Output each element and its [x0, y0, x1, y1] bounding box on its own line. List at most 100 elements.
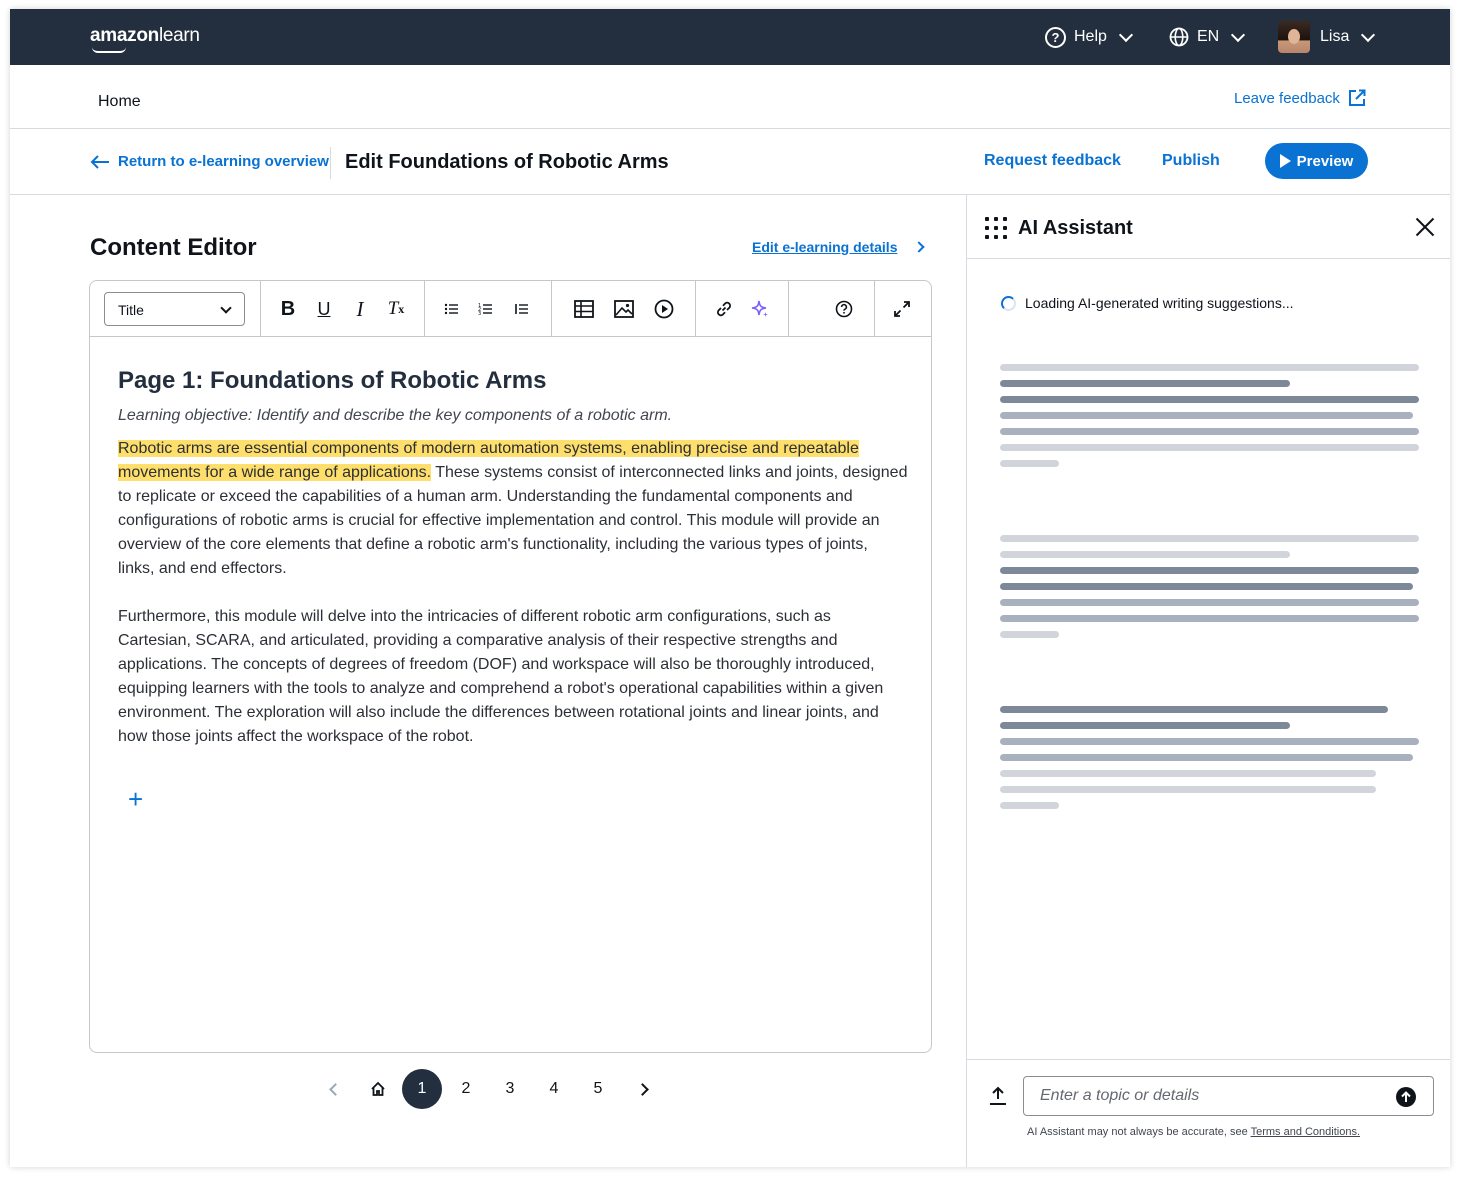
toolbar-divider: [788, 281, 789, 337]
skeleton-line: [1000, 412, 1413, 419]
app-window: amazonlearn ? Help EN Lisa Home Leave fe…: [10, 9, 1450, 1167]
toolbar-divider: [551, 281, 552, 337]
chevron-right-icon: [635, 1082, 649, 1096]
insert-video-button[interactable]: [652, 297, 676, 321]
edit-details-label: Edit e-learning details: [752, 239, 898, 255]
text-style-select[interactable]: Title: [104, 292, 245, 326]
paragraph-1[interactable]: Robotic arms are essential components of…: [118, 437, 908, 581]
chevron-down-icon: [1118, 27, 1133, 42]
topic-input-placeholder: Enter a topic or details: [1040, 1087, 1200, 1104]
disclaimer-text: AI Assistant may not always be accurate,…: [1027, 1126, 1251, 1138]
topic-input[interactable]: Enter a topic or details: [1023, 1076, 1434, 1116]
language-menu[interactable]: EN: [1169, 25, 1246, 49]
learning-objective[interactable]: Learning objective: Identify and describ…: [118, 407, 908, 425]
preview-button[interactable]: Preview: [1265, 143, 1368, 179]
underline-button[interactable]: U: [312, 297, 336, 321]
globe-icon: [1169, 27, 1189, 47]
numbered-list-icon: 1 2 3: [478, 303, 492, 316]
page-button-3[interactable]: 3: [490, 1070, 530, 1108]
home-page-button[interactable]: [358, 1070, 398, 1108]
breadcrumb: Home Leave feedback: [10, 65, 1450, 129]
skeleton-line: [1000, 615, 1419, 622]
upload-icon[interactable]: [989, 1086, 1007, 1106]
page-button-4[interactable]: 4: [534, 1070, 574, 1108]
bullet-list-icon: [444, 303, 458, 315]
edit-details-link[interactable]: Edit e-learning details: [752, 239, 926, 255]
breadcrumb-home-link[interactable]: Home: [98, 93, 141, 111]
request-feedback-button[interactable]: Request feedback: [984, 152, 1121, 170]
user-menu[interactable]: Lisa: [1278, 21, 1376, 53]
page-title: Edit Foundations of Robotic Arms: [345, 151, 669, 173]
skeleton-line: [1000, 722, 1290, 729]
insert-image-button[interactable]: [612, 297, 636, 321]
skeleton-line: [1000, 599, 1419, 606]
insert-table-button[interactable]: [572, 297, 596, 321]
play-icon: [1279, 154, 1291, 168]
terms-link[interactable]: Terms and Conditions.: [1251, 1126, 1360, 1138]
ai-assistant-panel: AI Assistant Loading AI-generated writin…: [966, 195, 1450, 1167]
leave-feedback-link[interactable]: Leave feedback: [1234, 89, 1366, 107]
skeleton-line: [1000, 535, 1419, 542]
image-icon: [614, 300, 634, 318]
help-menu[interactable]: ? Help: [1045, 25, 1133, 49]
toolbar-divider: [424, 281, 425, 337]
toolbar-divider: [695, 281, 696, 337]
logo-smile-icon: [92, 47, 126, 53]
paragraph-2[interactable]: Furthermore, this module will delve into…: [118, 605, 908, 749]
preview-label: Preview: [1296, 152, 1354, 170]
return-link[interactable]: Return to e-learning overview: [90, 153, 329, 170]
question-icon: [835, 300, 853, 318]
add-block-button[interactable]: +: [128, 786, 143, 812]
previous-page-button[interactable]: [315, 1070, 355, 1108]
language-label: EN: [1197, 28, 1220, 45]
ai-sparkle-button[interactable]: [748, 297, 772, 321]
skeleton-line: [1000, 428, 1419, 435]
user-name: Lisa: [1320, 28, 1350, 45]
sparkle-icon: [751, 300, 768, 317]
panel-header: AI Assistant: [967, 195, 1450, 259]
skeleton-line: [1000, 364, 1419, 371]
content-heading[interactable]: Page 1: Foundations of Robotic Arms: [118, 367, 908, 395]
numbered-list-button[interactable]: 1 2 3: [474, 297, 498, 321]
indent-list-button[interactable]: [510, 297, 534, 321]
bullet-list-button[interactable]: [440, 297, 464, 321]
editor-toolbar: Title B U I Tx 1 2 3: [90, 281, 931, 337]
chevron-down-icon: [220, 302, 232, 314]
page-button-2[interactable]: 2: [446, 1070, 486, 1108]
next-page-button[interactable]: [622, 1070, 662, 1108]
close-icon[interactable]: [1415, 217, 1435, 237]
page-button-1[interactable]: 1: [402, 1069, 442, 1109]
skeleton-line: [1000, 444, 1419, 451]
insert-link-button[interactable]: [712, 297, 736, 321]
text-style-value: Title: [118, 302, 144, 318]
prompt-footer: Enter a topic or details AI Assistant ma…: [967, 1059, 1450, 1167]
toolbar-divider: [260, 281, 261, 337]
skeleton-line: [1000, 706, 1388, 713]
help-button[interactable]: [832, 297, 856, 321]
leave-feedback-label: Leave feedback: [1234, 89, 1340, 107]
clear-format-button[interactable]: Tx: [384, 297, 408, 321]
publish-button[interactable]: Publish: [1162, 152, 1220, 170]
skeleton-line: [1000, 754, 1413, 761]
skeleton-line: [1000, 396, 1419, 403]
arrow-left-icon: [90, 154, 109, 169]
send-button[interactable]: [1396, 1087, 1416, 1107]
logo-product-text: learn: [158, 25, 200, 46]
amazon-learn-logo[interactable]: amazonlearn: [90, 25, 200, 53]
loading-indicator: Loading AI-generated writing suggestions…: [1001, 295, 1294, 311]
help-icon: ?: [1045, 26, 1066, 48]
drag-handle-icon[interactable]: [985, 217, 1007, 239]
skeleton-line: [1000, 770, 1376, 777]
italic-button[interactable]: I: [348, 297, 372, 321]
avatar: [1278, 21, 1310, 53]
chevron-right-icon: [913, 241, 926, 253]
rich-text-editor[interactable]: Title B U I Tx 1 2 3 Page 1: Foundations…: [89, 280, 932, 1053]
external-link-icon: [1348, 89, 1366, 106]
toolbar-divider: [874, 281, 875, 337]
skeleton-line: [1000, 802, 1059, 809]
editor-content[interactable]: Page 1: Foundations of Robotic Arms Lear…: [118, 367, 908, 749]
page-button-5[interactable]: 5: [578, 1070, 618, 1108]
fullscreen-button[interactable]: [890, 297, 914, 321]
home-icon: [371, 1081, 385, 1096]
bold-button[interactable]: B: [276, 297, 300, 321]
